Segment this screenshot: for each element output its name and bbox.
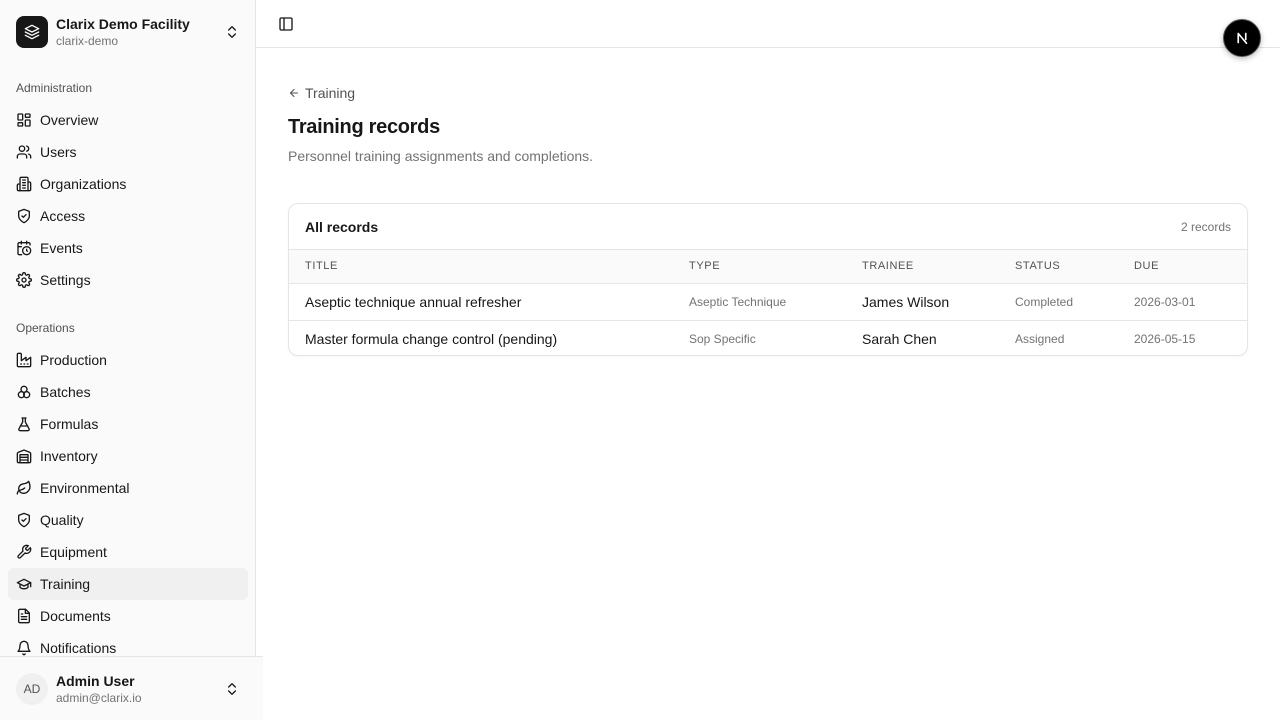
- user-name: Admin User: [56, 672, 135, 689]
- sidebar-item-settings[interactable]: Settings: [8, 264, 248, 296]
- sidebar-nav: Administration Overview Users Organizati…: [0, 64, 256, 656]
- record-type: Aseptic Technique: [689, 283, 862, 321]
- sidebar-item-label: Documents: [40, 608, 111, 624]
- building-icon: [16, 176, 32, 192]
- sidebar-item-production[interactable]: Production: [8, 344, 248, 376]
- user-menu-button[interactable]: AD Admin User admin@clarix.io: [8, 665, 248, 713]
- sidebar-toggle-button[interactable]: [274, 12, 298, 36]
- dashboard-icon: [17, 113, 31, 127]
- sidebar-item-label: Events: [40, 240, 83, 256]
- record-type: Sop Specific: [689, 331, 756, 346]
- org-name: Clarix Demo Facility: [56, 15, 190, 32]
- back-link-label: Training: [305, 85, 356, 101]
- record-count: 2 records: [1180, 219, 1231, 234]
- column-header-due[interactable]: DUE: [1134, 250, 1247, 284]
- nav-group-label: Administration: [16, 81, 93, 95]
- record-status: Completed: [1015, 283, 1134, 321]
- sidebar-item-label: Environmental: [40, 480, 130, 496]
- users-icon: [16, 145, 32, 159]
- sidebar-item-label: Organizations: [40, 176, 127, 192]
- record-trainee: Sarah Chen: [862, 330, 937, 347]
- calendar-clock-icon: [17, 240, 32, 256]
- column-header-title[interactable]: TITLE: [289, 250, 689, 284]
- sidebar-item-label: Training: [40, 576, 91, 592]
- sidebar-item-label: Production: [40, 352, 107, 368]
- bell-icon: [17, 640, 31, 656]
- sidebar-item-access[interactable]: Access: [8, 200, 248, 232]
- sidebar-item-label: Batches: [40, 384, 91, 400]
- gear-icon: [16, 272, 32, 288]
- table-row[interactable]: Master formula change control (pending) …: [289, 320, 1247, 355]
- record-due: 2026-03-01: [1134, 283, 1247, 321]
- panel-left-icon: [279, 17, 293, 31]
- sidebar-item-label: Settings: [40, 272, 91, 288]
- arrow-left-icon: [289, 88, 299, 98]
- sidebar-item-label: Access: [40, 208, 86, 224]
- page-subtitle: Personnel training assignments and compl…: [288, 148, 594, 164]
- column-header-type[interactable]: TYPE: [689, 250, 862, 284]
- avatar: AD: [16, 673, 48, 705]
- main-content: Training Training records Personnel trai…: [288, 80, 1248, 356]
- sidebar-item-label: Inventory: [40, 448, 98, 464]
- sidebar-item-batches[interactable]: Batches: [8, 376, 248, 408]
- sidebar-item-environmental[interactable]: Environmental: [8, 472, 248, 504]
- sidebar-item-users[interactable]: Users: [8, 136, 248, 168]
- sidebar-item-formulas[interactable]: Formulas: [8, 408, 248, 440]
- record-due: 2026-05-15: [1134, 331, 1196, 346]
- next-dev-indicator-button[interactable]: [1223, 19, 1261, 57]
- nav-group-label: Operations: [16, 321, 75, 335]
- sidebar-item-label: Overview: [40, 112, 99, 128]
- sidebar-item-quality[interactable]: Quality: [8, 504, 248, 536]
- boxes-icon: [17, 385, 31, 399]
- card-title: All records: [305, 218, 379, 235]
- sidebar-footer: AD Admin User admin@clarix.io: [0, 656, 263, 720]
- sidebar: Clarix Demo Facility clarix-demo Adminis…: [0, 0, 263, 720]
- org-slug: clarix-demo: [56, 33, 119, 48]
- sidebar-item-organizations[interactable]: Organizations: [8, 168, 248, 200]
- sidebar-item-label: Notifications: [40, 640, 117, 656]
- next-logo-icon: [1237, 32, 1248, 45]
- sidebar-item-documents[interactable]: Documents: [8, 600, 248, 632]
- nav-group-operations: Operations Production Batches Formulas I…: [0, 304, 256, 656]
- sidebar-item-label: Formulas: [40, 416, 99, 432]
- top-bar: [256, 0, 1280, 48]
- sidebar-item-label: Quality: [40, 512, 84, 528]
- sidebar-item-training[interactable]: Training: [8, 568, 248, 600]
- chevrons-up-down-icon: [228, 26, 236, 38]
- table-header-row: TITLE TYPE TRAINEE STATUS DUE: [289, 250, 1247, 284]
- card-header: All records 2 records: [289, 204, 1247, 250]
- sidebar-item-label: Users: [40, 144, 77, 160]
- sidebar-item-events[interactable]: Events: [8, 232, 248, 264]
- org-logo-icon: [16, 16, 48, 48]
- factory-icon: [16, 352, 32, 368]
- column-header-trainee[interactable]: TRAINEE: [862, 250, 1015, 284]
- graduation-cap-icon: [16, 578, 32, 590]
- record-trainee: James Wilson: [862, 283, 1015, 321]
- document-icon: [18, 608, 30, 624]
- sidebar-item-notifications[interactable]: Notifications: [8, 632, 248, 656]
- sidebar-item-equipment[interactable]: Equipment: [8, 536, 248, 568]
- record-status: Assigned: [1015, 331, 1065, 346]
- org-switcher[interactable]: Clarix Demo Facility clarix-demo: [8, 8, 248, 56]
- wrench-icon: [17, 544, 32, 559]
- shield-check-icon: [18, 512, 30, 528]
- records-card: All records 2 records TITLE TYPE TRAINEE…: [288, 203, 1248, 356]
- column-header-status[interactable]: STATUS: [1015, 250, 1134, 284]
- leaf-icon: [16, 480, 31, 495]
- nav-group-administration: Administration Overview Users Organizati…: [0, 64, 256, 304]
- table-row[interactable]: Aseptic technique annual refresher Asept…: [289, 283, 1247, 321]
- warehouse-icon: [16, 449, 32, 464]
- page-title: Training records: [288, 116, 440, 138]
- chevrons-up-down-icon: [228, 683, 236, 695]
- record-title[interactable]: Aseptic technique annual refresher: [289, 283, 689, 321]
- user-email: admin@clarix.io: [56, 690, 142, 705]
- records-table: TITLE TYPE TRAINEE STATUS DUE Aseptic te…: [289, 250, 1247, 355]
- sidebar-item-label: Equipment: [40, 544, 107, 560]
- shield-check-icon: [18, 208, 30, 224]
- flask-icon: [18, 417, 30, 432]
- record-title[interactable]: Master formula change control (pending): [289, 320, 689, 355]
- sidebar-item-inventory[interactable]: Inventory: [8, 440, 248, 472]
- back-link[interactable]: Training: [288, 80, 355, 106]
- sidebar-item-overview[interactable]: Overview: [8, 104, 248, 136]
